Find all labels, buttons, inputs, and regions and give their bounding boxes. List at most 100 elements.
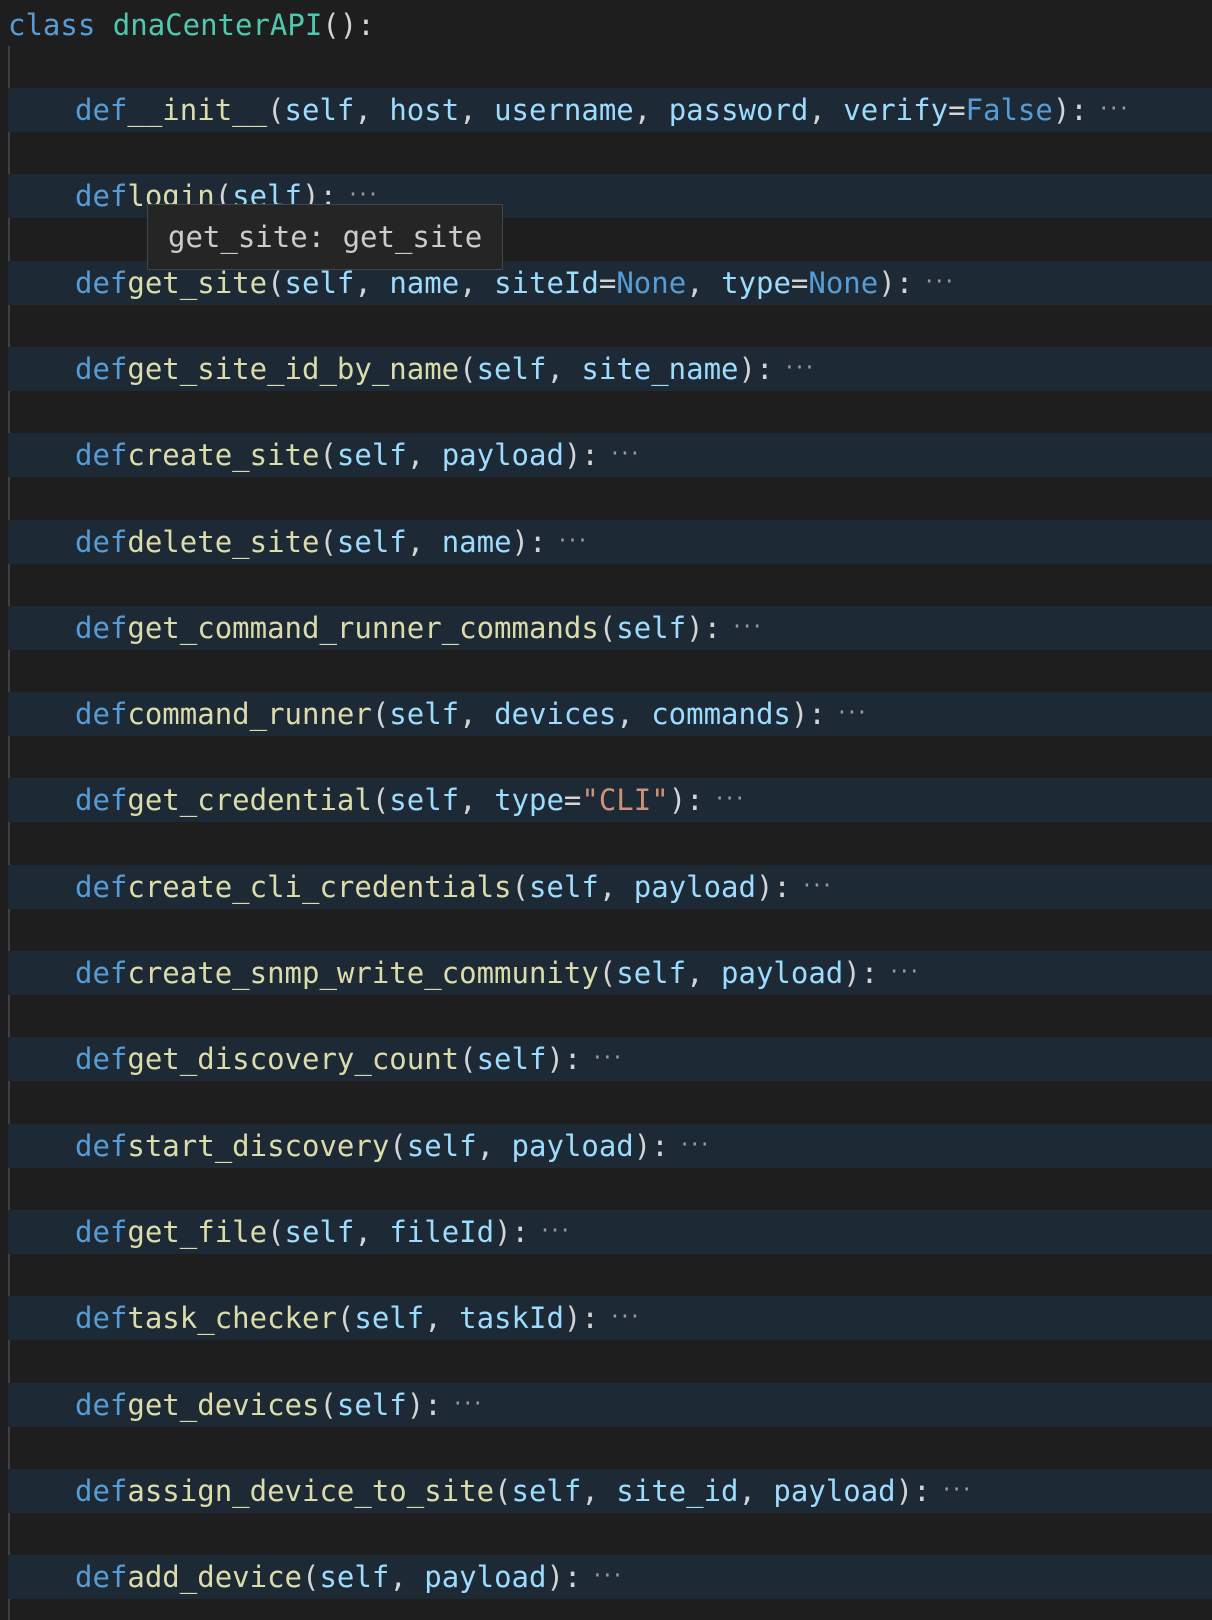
- parameter-name[interactable]: self: [319, 1560, 389, 1594]
- folded-code-ellipsis-icon[interactable]: ···: [591, 1045, 623, 1069]
- parameter-name[interactable]: commands: [651, 697, 791, 731]
- parameter-name[interactable]: fileId: [389, 1215, 494, 1249]
- parameter-name[interactable]: self: [337, 1388, 407, 1422]
- parameter-name[interactable]: self: [285, 93, 355, 127]
- folded-code-ellipsis-icon[interactable]: ···: [888, 959, 920, 983]
- parameter-name[interactable]: self: [477, 1042, 547, 1076]
- parameter-name[interactable]: self: [337, 438, 407, 472]
- default-value: None: [808, 266, 879, 300]
- parameter-name[interactable]: self: [477, 352, 547, 386]
- method-line[interactable]: def assign_device_to_site(self, site_id,…: [8, 1469, 1212, 1513]
- method-name[interactable]: start_discovery: [127, 1129, 389, 1163]
- method-name[interactable]: get_site: [127, 266, 267, 300]
- parameter-name[interactable]: self: [407, 1129, 477, 1163]
- parameter-name[interactable]: name: [389, 266, 459, 300]
- method-line[interactable]: def __init__(self, host, username, passw…: [8, 88, 1212, 132]
- parameter-name[interactable]: site_name: [581, 352, 738, 386]
- folded-code-ellipsis-icon[interactable]: ···: [801, 873, 833, 897]
- class-definition-line[interactable]: class dnaCenterAPI ():: [0, 3, 1212, 47]
- folded-code-ellipsis-icon[interactable]: ···: [714, 786, 746, 810]
- method-name[interactable]: get_devices: [127, 1388, 319, 1422]
- parameter-name[interactable]: self: [389, 697, 459, 731]
- parameter-name[interactable]: type: [721, 266, 791, 300]
- method-name[interactable]: task_checker: [127, 1301, 337, 1335]
- def-keyword: def: [75, 1301, 128, 1335]
- parameter-name[interactable]: payload: [721, 956, 843, 990]
- class-name[interactable]: dnaCenterAPI: [113, 8, 323, 42]
- method-name[interactable]: __init__: [127, 93, 267, 127]
- folded-code-ellipsis-icon[interactable]: ···: [452, 1391, 484, 1415]
- folded-code-ellipsis-icon[interactable]: ···: [836, 700, 868, 724]
- parameter-name[interactable]: self: [285, 266, 355, 300]
- method-line[interactable]: def get_discovery_count(self): ···: [8, 1037, 1212, 1081]
- parameter-name[interactable]: self: [389, 783, 459, 817]
- method-name[interactable]: get_file: [127, 1215, 267, 1249]
- method-line[interactable]: def get_command_runner_commands(self): ··…: [8, 606, 1212, 650]
- folded-code-ellipsis-icon[interactable]: ···: [679, 1132, 711, 1156]
- method-name[interactable]: create_snmp_write_community: [127, 956, 598, 990]
- folded-code-ellipsis-icon[interactable]: ···: [609, 441, 641, 465]
- parameter-name[interactable]: payload: [773, 1474, 895, 1508]
- method-line[interactable]: def task_checker(self, taskId): ···: [8, 1296, 1212, 1340]
- parameter-name[interactable]: name: [442, 525, 512, 559]
- parameter-name[interactable]: site_id: [616, 1474, 738, 1508]
- parameter-name[interactable]: self: [616, 956, 686, 990]
- folded-code-ellipsis-icon[interactable]: ···: [539, 1218, 571, 1242]
- parameter-name[interactable]: password: [669, 93, 809, 127]
- method-name[interactable]: delete_site: [127, 525, 319, 559]
- parameter-name[interactable]: username: [494, 93, 634, 127]
- method-line[interactable]: def delete_site(self, name): ···: [8, 520, 1212, 564]
- method-line[interactable]: def get_site_id_by_name(self, site_name)…: [8, 347, 1212, 391]
- parameter-name[interactable]: self: [337, 525, 407, 559]
- folded-code-ellipsis-icon[interactable]: ···: [556, 528, 588, 552]
- parameter-name[interactable]: self: [285, 1215, 355, 1249]
- parameter-name[interactable]: taskId: [459, 1301, 564, 1335]
- parameter-name[interactable]: payload: [442, 438, 564, 472]
- method-line[interactable]: def create_cli_credentials(self, payload…: [8, 865, 1212, 909]
- method-name[interactable]: create_site: [127, 438, 319, 472]
- close-paren-colon: ):: [668, 783, 704, 817]
- method-line[interactable]: def create_site(self, payload): ···: [8, 433, 1212, 477]
- equals-sign: =: [790, 266, 809, 300]
- parameter-name[interactable]: siteId: [494, 266, 599, 300]
- parameter-name[interactable]: payload: [424, 1560, 546, 1594]
- parameter-name[interactable]: self: [529, 870, 599, 904]
- folded-code-ellipsis-icon[interactable]: ···: [923, 269, 955, 293]
- method-line[interactable]: def command_runner(self, devices, comman…: [8, 692, 1212, 736]
- method-line[interactable]: def create_snmp_write_community(self, pa…: [8, 951, 1212, 995]
- parameter-name[interactable]: verify: [843, 93, 948, 127]
- folded-code-ellipsis-icon[interactable]: ···: [591, 1563, 623, 1587]
- comma: ,: [354, 1215, 390, 1249]
- method-name[interactable]: get_discovery_count: [127, 1042, 459, 1076]
- method-name[interactable]: get_credential: [127, 783, 371, 817]
- folded-code-ellipsis-icon[interactable]: ···: [783, 355, 815, 379]
- method-line[interactable]: def add_device(self, payload): ···: [8, 1555, 1212, 1599]
- method-line[interactable]: def get_file(self, fileId): ···: [8, 1210, 1212, 1254]
- code-editor[interactable]: class dnaCenterAPI (): def __init__(self,…: [0, 0, 1212, 1620]
- method-name[interactable]: add_device: [127, 1560, 302, 1594]
- folded-code-ellipsis-icon[interactable]: ···: [1098, 96, 1130, 120]
- method-name[interactable]: get_site_id_by_name: [127, 352, 459, 386]
- close-paren-colon: ):: [790, 697, 826, 731]
- folded-code-ellipsis-icon[interactable]: ···: [347, 182, 379, 206]
- parameter-name[interactable]: payload: [512, 1129, 634, 1163]
- method-name[interactable]: create_cli_credentials: [127, 870, 511, 904]
- parameter-name[interactable]: type: [494, 783, 564, 817]
- method-line[interactable]: def start_discovery(self, payload): ···: [8, 1124, 1212, 1168]
- parameter-name[interactable]: self: [616, 611, 686, 645]
- folded-code-ellipsis-icon[interactable]: ···: [609, 1304, 641, 1328]
- parameter-name[interactable]: self: [354, 1301, 424, 1335]
- method-name[interactable]: assign_device_to_site: [127, 1474, 494, 1508]
- method-name[interactable]: get_command_runner_commands: [127, 611, 598, 645]
- parameter-name[interactable]: self: [512, 1474, 582, 1508]
- parameter-name[interactable]: payload: [634, 870, 756, 904]
- open-paren: (: [511, 870, 529, 904]
- parameter-name[interactable]: host: [389, 93, 459, 127]
- method-name[interactable]: command_runner: [127, 697, 371, 731]
- parameter-name[interactable]: devices: [494, 697, 616, 731]
- folded-code-ellipsis-icon[interactable]: ···: [941, 1477, 973, 1501]
- method-line[interactable]: def get_credential(self, type = "CLI"): ···: [8, 778, 1212, 822]
- folded-code-ellipsis-icon[interactable]: ···: [731, 614, 763, 638]
- method-line[interactable]: def get_devices(self): ···: [8, 1383, 1212, 1427]
- def-keyword: def: [75, 783, 128, 817]
